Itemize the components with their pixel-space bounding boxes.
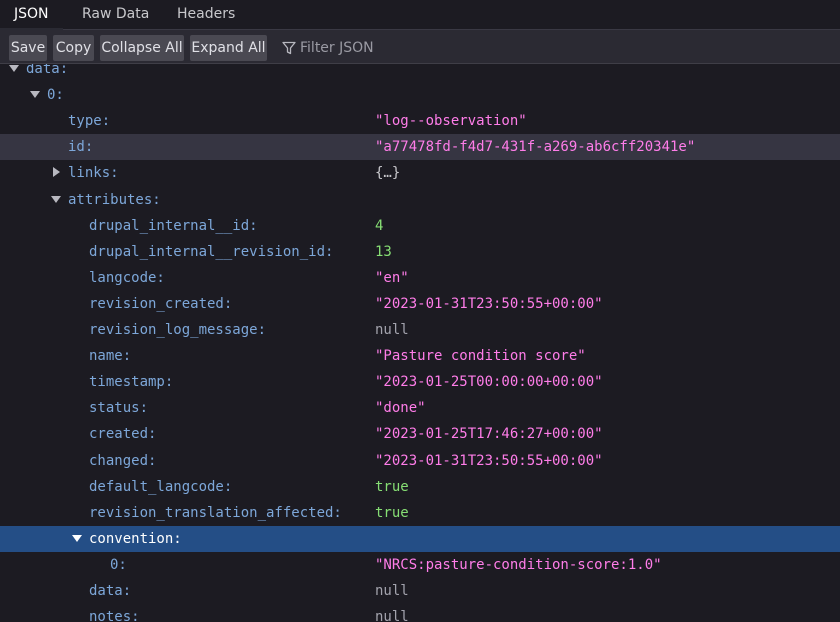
json-value: null [375,609,409,622]
collapse-arrow-icon[interactable] [51,195,61,203]
json-key: notes: [89,609,140,622]
collapse-arrow-icon[interactable] [72,534,82,542]
json-key: 0: [47,87,64,104]
json-row[interactable]: id: "a77478fd-f4d7-431f-a269-ab6cff20341e… [0,134,840,161]
filter-json-input[interactable] [298,35,562,61]
json-key: revision_translation_affected: [89,504,342,521]
json-key: drupal_internal__id: [89,217,258,234]
json-row[interactable]: revision_log_message: null [0,317,840,343]
json-row[interactable]: drupal_internal__revision_id: 13 [0,239,840,265]
filter-box [276,35,576,61]
json-value: {…} [375,165,401,182]
json-key: drupal_internal__revision_id: [89,243,334,260]
json-row[interactable]: status: "done" [0,395,840,421]
json-key: status: [89,400,149,417]
json-value: true [375,478,409,495]
json-value: "done" [375,400,426,417]
json-key: 0: [110,556,127,573]
json-row[interactable]: default_langcode: true [0,474,840,500]
json-value: "en" [375,269,409,286]
collapse-all-button[interactable]: Collapse All [100,35,184,61]
json-value: "2023-01-31T23:50:55+00:00" [375,295,603,312]
json-value: "2023-01-25T17:46:27+00:00" [375,426,603,443]
json-key: revision_created: [89,295,233,312]
json-row[interactable]: drupal_internal__id: 4 [0,213,840,239]
json-row[interactable]: langcode: "en" [0,265,840,291]
json-key: type: [68,113,111,130]
json-row[interactable]: 0: "NRCS:pasture-condition-score:1.0" [0,552,840,578]
json-row[interactable]: revision_created: "2023-01-31T23:50:55+00… [0,291,840,317]
copy-button[interactable]: Copy [53,35,94,61]
json-row[interactable]: data: [0,64,840,82]
viewer-tabs: JSON Raw Data Headers [0,0,840,30]
json-value: "2023-01-25T00:00:00+00:00" [375,374,603,391]
json-key: data: [89,583,132,599]
collapse-arrow-icon[interactable] [9,65,19,72]
json-row[interactable]: created: "2023-01-25T17:46:27+00:00" [0,421,840,447]
tab-json[interactable]: JSON [0,0,63,30]
json-value: "2023-01-31T23:50:55+00:00" [375,452,603,469]
json-key: created: [89,426,157,443]
json-row[interactable]: convention: [0,525,840,552]
json-row[interactable]: revision_translation_affected: true [0,500,840,526]
json-value: "a77478fd-f4d7-431f-a269-ab6cff20341e" [375,139,696,156]
expand-arrow-icon[interactable] [53,167,60,178]
filter-icon [282,41,296,55]
json-value: null [375,322,409,338]
json-value: null [375,583,409,599]
json-key: links: [68,165,119,182]
json-value: "NRCS:pasture-condition-score:1.0" [375,556,662,573]
json-value: true [375,504,409,521]
json-key: default_langcode: [89,478,233,495]
json-key: revision_log_message: [89,322,267,338]
json-tree: data: 0: type: "log--observation" id: "a77478… [0,64,840,622]
json-key: langcode: [89,269,165,286]
json-row[interactable]: data: null [0,578,840,604]
json-row[interactable]: notes: null [0,604,840,622]
json-row[interactable]: changed: "2023-01-31T23:50:55+00:00" [0,448,840,474]
json-key: attributes: [68,191,161,208]
json-key: timestamp: [89,374,174,391]
toolbar: Save Copy Collapse All Expand All [0,30,840,64]
json-row[interactable]: timestamp: "2023-01-25T00:00:00+00:00" [0,369,840,395]
tab-raw-data[interactable]: Raw Data [68,0,163,30]
json-value: 4 [375,217,384,234]
json-value: 13 [375,243,392,260]
collapse-arrow-icon[interactable] [30,91,40,99]
json-key: name: [89,348,132,365]
json-row[interactable]: name: "Pasture condition score" [0,343,840,369]
json-key: id: [68,139,94,156]
json-row[interactable]: links: {…} [0,160,840,186]
json-key: data: [26,64,69,77]
tab-headers[interactable]: Headers [163,0,249,30]
json-key: convention: [89,530,182,547]
expand-all-button[interactable]: Expand All [190,35,267,61]
json-key: changed: [89,452,157,469]
json-row[interactable]: 0: [0,82,840,108]
json-value: "Pasture condition score" [375,348,586,365]
json-value: "log--observation" [375,113,527,130]
save-button[interactable]: Save [9,35,47,61]
json-row[interactable]: attributes: [0,187,840,213]
json-row[interactable]: type: "log--observation" [0,108,840,134]
